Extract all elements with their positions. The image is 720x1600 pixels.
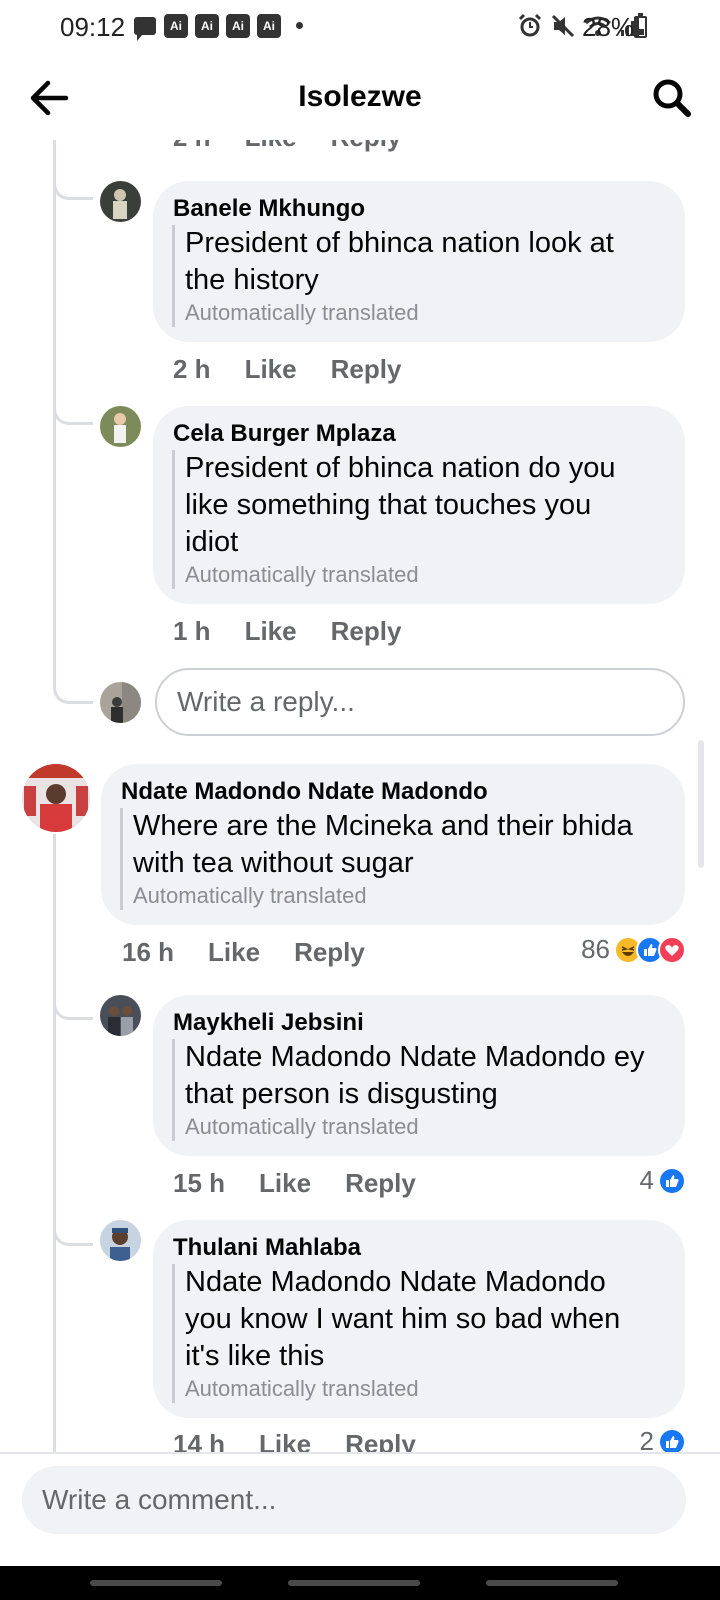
search-icon[interactable]	[650, 76, 694, 120]
comment-text-line: the history	[185, 264, 319, 296]
comment-text-line: President of bhinca nation do you	[185, 452, 616, 484]
battery-icon	[634, 13, 647, 38]
avatar[interactable]	[100, 995, 141, 1036]
translated-text-block: Ndate Madondo Ndate Madondo ey that pers…	[172, 1039, 672, 1141]
translation-note[interactable]: Automatically translated	[185, 561, 662, 589]
comment-text-line: like something that touches you	[185, 489, 592, 521]
avatar[interactable]	[100, 1220, 141, 1261]
comment-author[interactable]: Thulani Mahlaba	[173, 1234, 361, 1262]
reaction-count[interactable]: 86	[581, 934, 610, 965]
reply-button[interactable]: Reply	[331, 354, 402, 384]
comment-text-line: with tea without sugar	[133, 847, 414, 879]
reply-input[interactable]	[157, 670, 683, 734]
translation-note[interactable]: Automatically translated	[185, 299, 662, 327]
message-icon	[134, 17, 156, 41]
avatar[interactable]	[22, 764, 90, 832]
comment-time: 1 h	[173, 616, 211, 646]
comment-meta-partial: 2 h Like Reply	[173, 140, 435, 153]
comment-author[interactable]: Ndate Madondo Ndate Madondo	[121, 778, 488, 806]
status-time: 09:12	[60, 12, 126, 42]
comment-text-line: you know I want him so bad when	[185, 1303, 621, 1335]
notification-dot-icon	[296, 22, 303, 29]
comment-bubble[interactable]: Thulani Mahlaba Ndate Madondo Ndate Mado…	[153, 1220, 685, 1418]
comment-author[interactable]: Maykheli Jebsini	[173, 1009, 364, 1037]
battery-percent: 28%	[582, 12, 635, 42]
comment-time: 2 h	[173, 354, 211, 384]
comment-meta: 1 h Like Reply	[173, 616, 435, 647]
thread-connector	[53, 1216, 93, 1246]
comment-meta: 2 h Like Reply	[173, 354, 435, 385]
system-nav-bar	[0, 1566, 720, 1600]
comment-meta: 16 h Like Reply	[122, 937, 399, 968]
status-bar: 09:12 Ai Ai Ai Ai 28%	[0, 0, 720, 56]
comment-author[interactable]: Cela Burger Mplaza	[173, 420, 396, 448]
current-user-avatar	[100, 682, 141, 723]
comment-composer	[0, 1452, 720, 1566]
translated-text-block: President of bhinca nation do you like s…	[172, 450, 662, 589]
ai-badge-icon: Ai	[226, 14, 250, 38]
alarm-icon	[518, 13, 542, 37]
comment-input-box[interactable]	[22, 1466, 686, 1534]
nav-home-button[interactable]	[288, 1580, 420, 1586]
comment-bubble[interactable]: Ndate Madondo Ndate Madondo Where are th…	[101, 764, 685, 925]
translated-text-block: Ndate Madondo Ndate Madondo you know I w…	[172, 1264, 672, 1403]
reaction-count[interactable]: 4	[640, 1165, 654, 1196]
thread-connector	[53, 170, 93, 200]
comments-feed[interactable]: 2 h Like Reply Banele Mkhungo President of…	[0, 140, 720, 1484]
comment-text-line: Where are the Mcineka and their bhida	[133, 810, 633, 842]
thread-line	[53, 834, 56, 1484]
ai-badge-icon: Ai	[257, 14, 281, 38]
comment-time: 2 h	[173, 140, 211, 152]
thread-connector	[53, 395, 93, 425]
comment-author[interactable]: Banele Mkhungo	[173, 195, 365, 223]
comment-text-line: idiot	[185, 526, 239, 558]
comment-bubble[interactable]: Banele Mkhungo President of bhinca natio…	[153, 181, 685, 342]
app-header: Isolezwe	[0, 56, 720, 140]
comment-text-line: Ndate Madondo Ndate Madondo ey	[185, 1041, 645, 1073]
reply-button[interactable]: Reply	[294, 937, 365, 967]
comment-input[interactable]	[22, 1466, 686, 1534]
reply-input-box[interactable]	[155, 668, 685, 736]
ai-badge-icon: Ai	[164, 14, 188, 38]
reply-button[interactable]: Reply	[345, 1168, 416, 1198]
comment-text-line: that person is disgusting	[185, 1078, 498, 1110]
comment-text-line: Ndate Madondo Ndate Madondo	[185, 1266, 606, 1298]
translation-note[interactable]: Automatically translated	[185, 1375, 672, 1403]
translation-note[interactable]: Automatically translated	[185, 1113, 672, 1141]
comment-text-line: it's like this	[185, 1340, 325, 1372]
translated-text-block: President of bhinca nation look at the h…	[172, 225, 662, 327]
reply-button[interactable]: Reply	[331, 140, 402, 152]
translation-note[interactable]: Automatically translated	[133, 882, 665, 910]
page-title: Isolezwe	[298, 80, 422, 113]
comment-bubble[interactable]: Cela Burger Mplaza President of bhinca n…	[153, 406, 685, 604]
like-icon	[658, 1166, 686, 1195]
like-button[interactable]: Like	[245, 354, 297, 384]
nav-back-button[interactable]	[486, 1580, 618, 1586]
like-button[interactable]: Like	[245, 140, 297, 152]
scrollbar[interactable]	[698, 740, 704, 868]
reaction-summary[interactable]: 4	[640, 1165, 686, 1196]
like-button[interactable]: Like	[259, 1168, 311, 1198]
comment-meta: 15 h Like Reply	[173, 1168, 450, 1199]
comment-bubble[interactable]: Maykheli Jebsini Ndate Madondo Ndate Mad…	[153, 995, 685, 1156]
reaction-summary[interactable]: 86	[581, 934, 686, 965]
like-button[interactable]: Like	[245, 616, 297, 646]
mute-icon	[551, 14, 575, 38]
like-button[interactable]: Like	[208, 937, 260, 967]
comment-time: 16 h	[122, 937, 175, 967]
translated-text-block: Where are the Mcineka and their bhida wi…	[120, 808, 665, 910]
thread-connector	[53, 670, 93, 704]
avatar[interactable]	[100, 181, 141, 222]
nav-recents-button[interactable]	[90, 1580, 222, 1586]
reply-button[interactable]: Reply	[331, 616, 402, 646]
avatar[interactable]	[100, 406, 141, 447]
comment-text-line: President of bhinca nation look at	[185, 227, 614, 259]
thread-connector	[53, 990, 93, 1020]
love-icon	[658, 935, 686, 964]
comment-time: 15 h	[173, 1168, 226, 1198]
ai-badge-icon: Ai	[195, 14, 219, 38]
